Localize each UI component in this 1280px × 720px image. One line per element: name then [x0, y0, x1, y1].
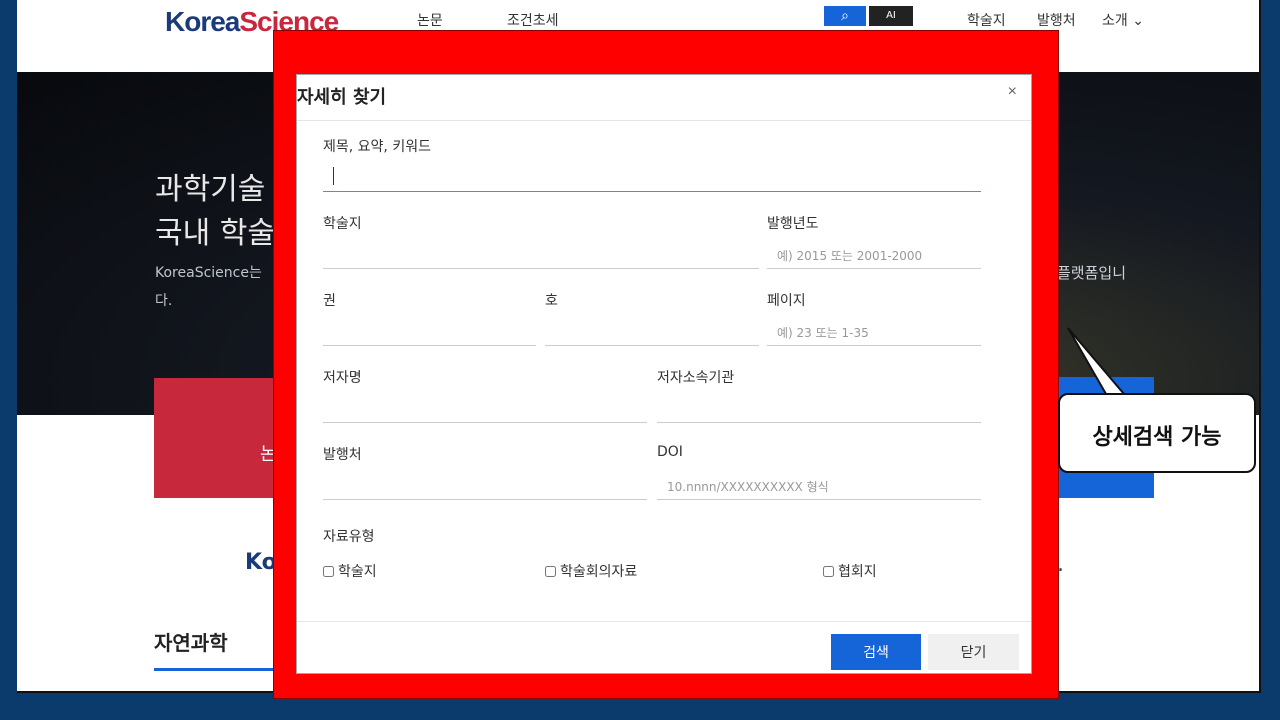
tab-natural-science[interactable]: 자연과학	[154, 627, 228, 656]
checkbox[interactable]	[545, 565, 556, 577]
affiliation-label: 저자소속기관	[657, 370, 735, 386]
nav-about[interactable]: 소개 ⌄	[1102, 10, 1144, 30]
papers-card[interactable]: 논	[154, 378, 277, 498]
author-label: 저자명	[323, 370, 362, 386]
doi-input[interactable]	[657, 474, 981, 500]
author-input[interactable]	[323, 397, 647, 423]
volume-input[interactable]	[323, 320, 536, 346]
nav-journals[interactable]: 학술지	[967, 10, 1006, 30]
journal-label: 학술지	[323, 216, 362, 232]
publisher-input[interactable]	[323, 474, 647, 500]
year-label: 발행년도	[767, 216, 819, 232]
publisher-label: 발행처	[323, 447, 362, 463]
type-conference-label: 학술회의자료	[560, 564, 638, 580]
journal-input[interactable]	[323, 243, 759, 269]
volume-label: 권	[323, 293, 336, 309]
header-search-button[interactable]: ⌕	[824, 6, 866, 26]
advanced-search-modal: 자세히 찾기 × 제목, 요약, 키워드 학술지 발행년도 권 호 페이지 저자…	[296, 74, 1032, 674]
checkbox[interactable]	[823, 565, 834, 577]
nav-publishers[interactable]: 발행처	[1037, 10, 1076, 30]
callout-bubble: 상세검색 가능	[1058, 393, 1256, 473]
hero-title-line1: 과학기술	[155, 172, 266, 207]
keyword-input[interactable]	[323, 166, 981, 192]
affiliation-input[interactable]	[657, 397, 981, 423]
hero-desc-line2: 다.	[155, 293, 173, 309]
page-label: 페이지	[767, 293, 806, 309]
logo-main: Korea	[165, 6, 240, 37]
close-button[interactable]: 닫기	[928, 634, 1019, 670]
search-icon: ⌕	[841, 8, 849, 24]
type-label: 자료유형	[323, 529, 375, 545]
tab-underline	[154, 668, 274, 671]
checkbox[interactable]	[323, 565, 334, 577]
text-cursor	[333, 167, 334, 185]
type-journal-label: 학술지	[338, 564, 377, 580]
page-input[interactable]	[767, 320, 981, 346]
hero-title-line2: 국내 학술	[155, 216, 275, 251]
tab-condition[interactable]: 조건초세	[507, 10, 559, 30]
issue-label: 호	[545, 293, 558, 309]
modal-close-icon[interactable]: ×	[1008, 83, 1017, 101]
hero-desc-line1: KoreaScience는	[155, 265, 262, 281]
search-button[interactable]: 검색	[831, 634, 921, 670]
header-ai-button[interactable]: AI	[869, 6, 913, 26]
keyword-label: 제목, 요약, 키워드	[323, 139, 431, 155]
type-association-checkbox[interactable]: 협회지	[823, 561, 877, 581]
type-association-label: 협회지	[838, 564, 877, 580]
modal-header: 자세히 찾기 ×	[297, 75, 1031, 121]
hero-desc-right: 플랫폼입니	[1057, 264, 1127, 282]
issue-input[interactable]	[545, 320, 759, 346]
modal-title: 자세히 찾기	[297, 87, 387, 108]
type-journal-checkbox[interactable]: 학술지	[323, 561, 377, 581]
section-heading: Ko	[245, 550, 277, 575]
doi-label: DOI	[657, 444, 683, 460]
type-conference-checkbox[interactable]: 학술회의자료	[545, 561, 637, 581]
tab-papers[interactable]: 논문	[417, 10, 443, 30]
callout-text: 상세검색 가능	[1092, 425, 1222, 450]
year-input[interactable]	[767, 243, 981, 269]
